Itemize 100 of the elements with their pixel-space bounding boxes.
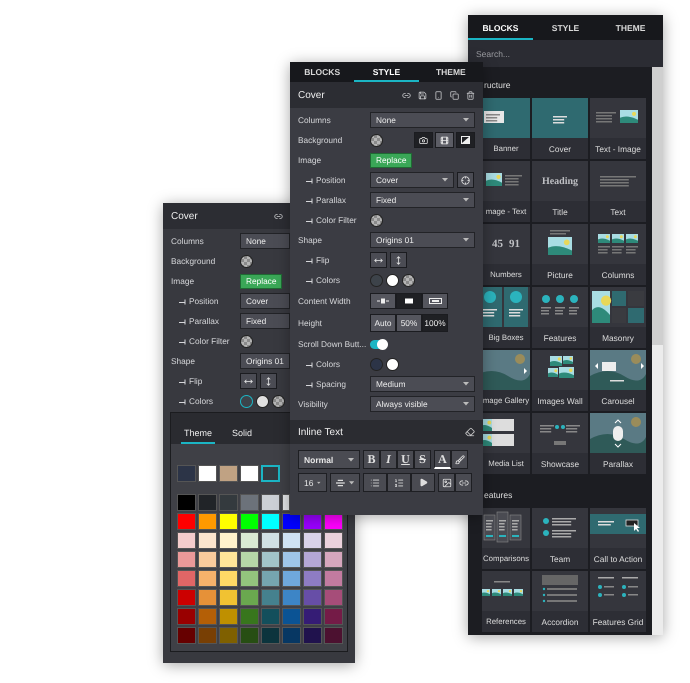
dropdown[interactable]: Origins 01 bbox=[240, 353, 290, 369]
numbered-list-button[interactable] bbox=[387, 473, 411, 492]
flip-vertical-button[interactable] bbox=[390, 252, 407, 268]
palette-swatch[interactable] bbox=[324, 627, 343, 644]
palette-swatch[interactable] bbox=[282, 494, 290, 511]
dropdown[interactable]: Fixed bbox=[370, 192, 475, 208]
toggle-switch[interactable] bbox=[370, 340, 386, 348]
palette-swatch[interactable] bbox=[261, 551, 280, 568]
dropdown[interactable]: None bbox=[370, 112, 475, 128]
align-dropdown[interactable] bbox=[330, 473, 360, 492]
block-tile[interactable]: Team bbox=[532, 508, 588, 569]
palette-swatch[interactable] bbox=[219, 589, 238, 606]
dropdown[interactable]: Always visible bbox=[370, 396, 475, 412]
color-swatch[interactable] bbox=[370, 274, 383, 286]
scrollbar[interactable] bbox=[652, 67, 663, 635]
palette-swatch[interactable] bbox=[261, 608, 280, 625]
palette-swatch[interactable] bbox=[303, 570, 322, 587]
theme-color-swatch[interactable] bbox=[219, 465, 238, 482]
font-size-dropdown[interactable]: 16 bbox=[298, 473, 327, 492]
block-tile[interactable]: Images Wall bbox=[532, 350, 588, 411]
palette-swatch[interactable] bbox=[324, 532, 343, 549]
palette-swatch[interactable] bbox=[282, 570, 301, 587]
palette-swatch[interactable] bbox=[177, 570, 196, 587]
theme-color-swatch[interactable] bbox=[240, 465, 259, 482]
color-swatch[interactable] bbox=[240, 254, 253, 268]
dropdown[interactable]: None bbox=[240, 233, 290, 249]
palette-swatch[interactable] bbox=[282, 627, 301, 644]
block-tile[interactable]: Showcase bbox=[532, 413, 588, 474]
panel-tab[interactable]: BLOCKS bbox=[468, 15, 533, 40]
height-option-button[interactable]: Auto bbox=[370, 314, 396, 332]
palette-swatch[interactable] bbox=[324, 570, 343, 587]
color-swatch[interactable] bbox=[370, 134, 383, 146]
palette-swatch[interactable] bbox=[261, 513, 280, 530]
palette-swatch[interactable] bbox=[219, 608, 238, 625]
palette-swatch[interactable] bbox=[219, 551, 238, 568]
block-tile[interactable]: Picture bbox=[532, 224, 588, 285]
flip-horizontal-button[interactable] bbox=[240, 373, 257, 389]
palette-swatch[interactable] bbox=[198, 551, 217, 568]
color-swatch[interactable] bbox=[370, 214, 383, 226]
text-style-button[interactable]: S bbox=[414, 450, 431, 469]
palette-swatch[interactable] bbox=[303, 551, 322, 568]
palette-swatch[interactable] bbox=[219, 494, 238, 511]
palette-swatch[interactable] bbox=[198, 570, 217, 587]
flip-horizontal-button[interactable] bbox=[370, 252, 387, 268]
height-option-button[interactable]: 50% bbox=[396, 314, 422, 332]
palette-swatch[interactable] bbox=[177, 589, 196, 606]
text-style-button[interactable]: B bbox=[363, 450, 380, 469]
picker-tab[interactable]: Solid bbox=[229, 428, 256, 444]
palette-swatch[interactable] bbox=[324, 608, 343, 625]
palette-swatch[interactable] bbox=[177, 627, 196, 644]
theme-color-swatch[interactable] bbox=[198, 465, 217, 482]
palette-swatch[interactable] bbox=[303, 532, 322, 549]
palette-swatch[interactable] bbox=[261, 627, 280, 644]
search-field[interactable]: Search... bbox=[468, 40, 663, 67]
height-option-button[interactable]: 100% bbox=[422, 314, 448, 332]
dropdown[interactable]: Fixed bbox=[240, 313, 290, 329]
color-swatch[interactable] bbox=[240, 334, 253, 348]
width-option-button[interactable] bbox=[370, 293, 396, 309]
palette-swatch[interactable] bbox=[324, 589, 343, 606]
color-swatch[interactable] bbox=[272, 394, 285, 408]
block-tile[interactable]: Masonry bbox=[590, 287, 646, 348]
color-swatch[interactable] bbox=[386, 274, 399, 286]
palette-swatch[interactable] bbox=[240, 589, 259, 606]
format-dropdown[interactable]: Normal bbox=[298, 450, 360, 469]
width-option-button[interactable] bbox=[396, 293, 422, 309]
palette-swatch[interactable] bbox=[282, 532, 301, 549]
block-tile[interactable]: Features Grid bbox=[590, 571, 646, 632]
picker-tab[interactable]: Theme bbox=[181, 428, 216, 444]
dropdown[interactable]: Medium bbox=[370, 376, 475, 392]
palette-swatch[interactable] bbox=[198, 589, 217, 606]
panel-tab[interactable]: THEME bbox=[598, 15, 663, 40]
dropdown[interactable]: Origins 01 bbox=[370, 232, 475, 248]
flip-vertical-button[interactable] bbox=[260, 373, 277, 389]
palette-swatch[interactable] bbox=[261, 532, 280, 549]
color-swatch[interactable] bbox=[402, 274, 415, 286]
palette-swatch[interactable] bbox=[240, 513, 259, 530]
palette-swatch[interactable] bbox=[177, 551, 196, 568]
palette-swatch[interactable] bbox=[282, 551, 301, 568]
palette-swatch[interactable] bbox=[219, 532, 238, 549]
panel-tab[interactable]: BLOCKS bbox=[290, 62, 354, 82]
bullet-list-button[interactable] bbox=[363, 473, 387, 492]
palette-swatch[interactable] bbox=[219, 627, 238, 644]
dropdown[interactable]: Cover bbox=[240, 293, 290, 309]
media-type-button[interactable] bbox=[435, 132, 454, 148]
color-swatch[interactable] bbox=[386, 358, 399, 370]
block-tile[interactable]: Heading Title bbox=[532, 161, 588, 222]
palette-swatch[interactable] bbox=[303, 608, 322, 625]
palette-swatch[interactable] bbox=[198, 494, 217, 511]
text-style-button[interactable]: I bbox=[380, 450, 397, 469]
panel-tab[interactable]: STYLE bbox=[533, 15, 598, 40]
palette-swatch[interactable] bbox=[282, 513, 301, 530]
palette-swatch[interactable] bbox=[303, 627, 322, 644]
palette-swatch[interactable] bbox=[303, 589, 322, 606]
media-type-button[interactable] bbox=[456, 132, 475, 148]
palette-swatch[interactable] bbox=[240, 570, 259, 587]
palette-swatch[interactable] bbox=[261, 494, 280, 511]
palette-swatch[interactable] bbox=[198, 513, 217, 530]
insert-link-button[interactable] bbox=[455, 473, 472, 492]
palette-swatch[interactable] bbox=[240, 627, 259, 644]
media-type-button[interactable] bbox=[414, 132, 433, 148]
